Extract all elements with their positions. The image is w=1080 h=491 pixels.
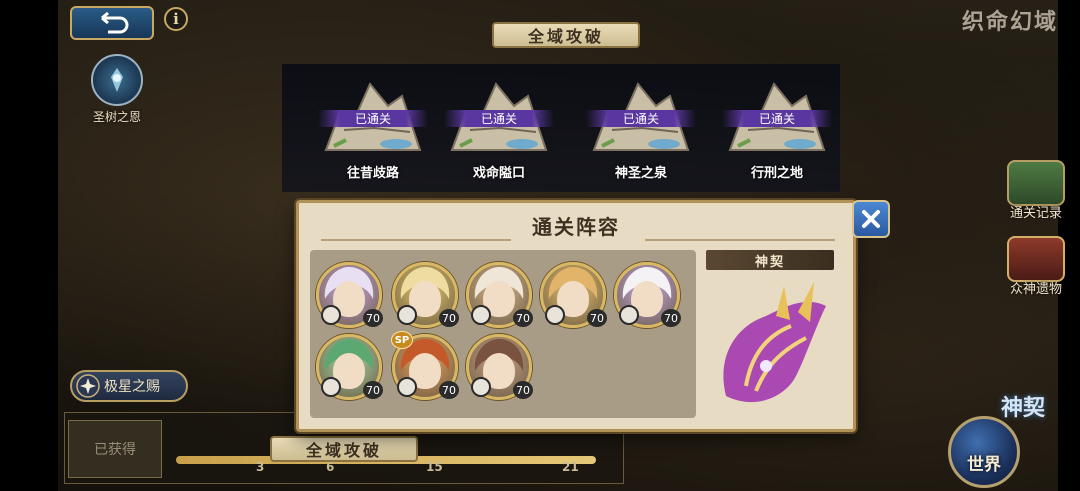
hero-level: 70	[513, 381, 533, 399]
milestone-2: 6	[326, 460, 335, 474]
hero-avatar[interactable]: 70	[614, 262, 681, 328]
world-label: 世界	[967, 455, 1001, 475]
relic-armor-icon	[723, 282, 826, 403]
acquired-label: 已获得	[94, 442, 136, 458]
star-gift-button[interactable]: 极星之赐	[70, 370, 188, 402]
treasure-chest-icon	[1007, 236, 1065, 282]
hero-level: 70	[439, 309, 459, 327]
title-divider-left	[321, 239, 511, 241]
shenqi-label: 神契	[1000, 395, 1045, 421]
star-icon	[76, 374, 100, 398]
cleared-banner: 已通关	[444, 110, 554, 127]
hero-level: 70	[587, 309, 607, 327]
sp-badge: SP	[391, 331, 413, 349]
tree-blessing-label: 圣树之恩	[92, 110, 141, 124]
hero-level: 70	[513, 309, 533, 327]
back-arrow-icon	[101, 12, 129, 34]
mountain-icon: 已通关	[586, 70, 696, 158]
hero-level: 70	[363, 381, 383, 399]
class-icon	[471, 305, 491, 325]
left-letterbox	[0, 0, 58, 491]
class-icon	[397, 305, 417, 325]
hero-avatar[interactable]: 70	[316, 262, 383, 328]
class-icon	[619, 305, 639, 325]
stage-card[interactable]: 已通关 往昔歧路	[314, 70, 432, 190]
class-icon	[471, 377, 491, 397]
divine-relics-label: 众神遗物	[1009, 282, 1062, 297]
hero-avatar[interactable]: 70	[540, 262, 607, 328]
title-divider-right	[645, 239, 835, 241]
stage-name: 神圣之泉	[614, 166, 667, 181]
clear-record-button[interactable]: 通关记录	[1000, 160, 1072, 221]
close-button[interactable]	[852, 200, 890, 238]
hero-level: 70	[363, 309, 383, 327]
stage-name: 往昔歧路	[346, 166, 399, 181]
tree-blessing-button[interactable]: 圣树之恩	[82, 54, 152, 128]
hero-avatar[interactable]: 70	[466, 262, 533, 328]
cleared-banner: 已通关	[586, 110, 696, 127]
hero-avatar[interactable]: 70 SP	[391, 331, 459, 400]
star-gift-label: 极星之赐	[104, 379, 160, 395]
close-x-icon	[862, 210, 880, 228]
world-button[interactable]: 世界	[948, 416, 1020, 488]
mountain-icon: 已通关	[722, 70, 832, 158]
hero-avatar[interactable]: 70	[316, 334, 383, 400]
bottom-title-plate: 全域攻破	[270, 436, 418, 462]
stage-card[interactable]: 已通关 戏命隘口	[440, 70, 558, 190]
relic-header: 神契	[706, 250, 834, 270]
mountain-icon: 已通关	[444, 70, 554, 158]
tree-emblem-icon	[91, 54, 143, 106]
mountain-icon: 已通关	[318, 70, 428, 158]
book-icon	[1007, 160, 1065, 206]
relic-panel: 神契	[706, 250, 842, 418]
stage-card[interactable]: 已通关 行刑之地	[718, 70, 836, 190]
milestone-4: 21	[562, 460, 579, 474]
cleared-banner: 已通关	[318, 110, 428, 127]
acquired-box: 已获得	[68, 420, 162, 478]
stage-name: 戏命隘口	[472, 166, 525, 181]
class-icon	[321, 377, 341, 397]
milestone-1: 3	[256, 460, 265, 474]
class-icon	[545, 305, 565, 325]
clear-record-label: 通关记录	[1009, 206, 1062, 221]
hero-level: 70	[439, 381, 459, 399]
info-button[interactable]: i	[164, 7, 188, 31]
game-logo: 织命幻域	[961, 9, 1058, 35]
hero-level: 70	[661, 309, 681, 327]
shenqi-button[interactable]: 神契	[988, 330, 1058, 422]
stage-card[interactable]: 已通关 神圣之泉	[582, 70, 700, 190]
cleared-banner: 已通关	[722, 110, 832, 127]
divine-relics-button[interactable]: 众神遗物	[1000, 236, 1072, 297]
class-icon	[397, 377, 417, 397]
class-icon	[321, 305, 341, 325]
stage-name: 行刑之地	[750, 166, 803, 181]
hero-avatar[interactable]: 70	[392, 262, 459, 328]
hero-avatar[interactable]: 70	[466, 334, 533, 400]
modal-title: 通关阵容	[532, 215, 620, 239]
milestone-3: 15	[426, 460, 443, 474]
back-button[interactable]	[70, 6, 154, 40]
page-title: 全域攻破	[492, 22, 640, 48]
